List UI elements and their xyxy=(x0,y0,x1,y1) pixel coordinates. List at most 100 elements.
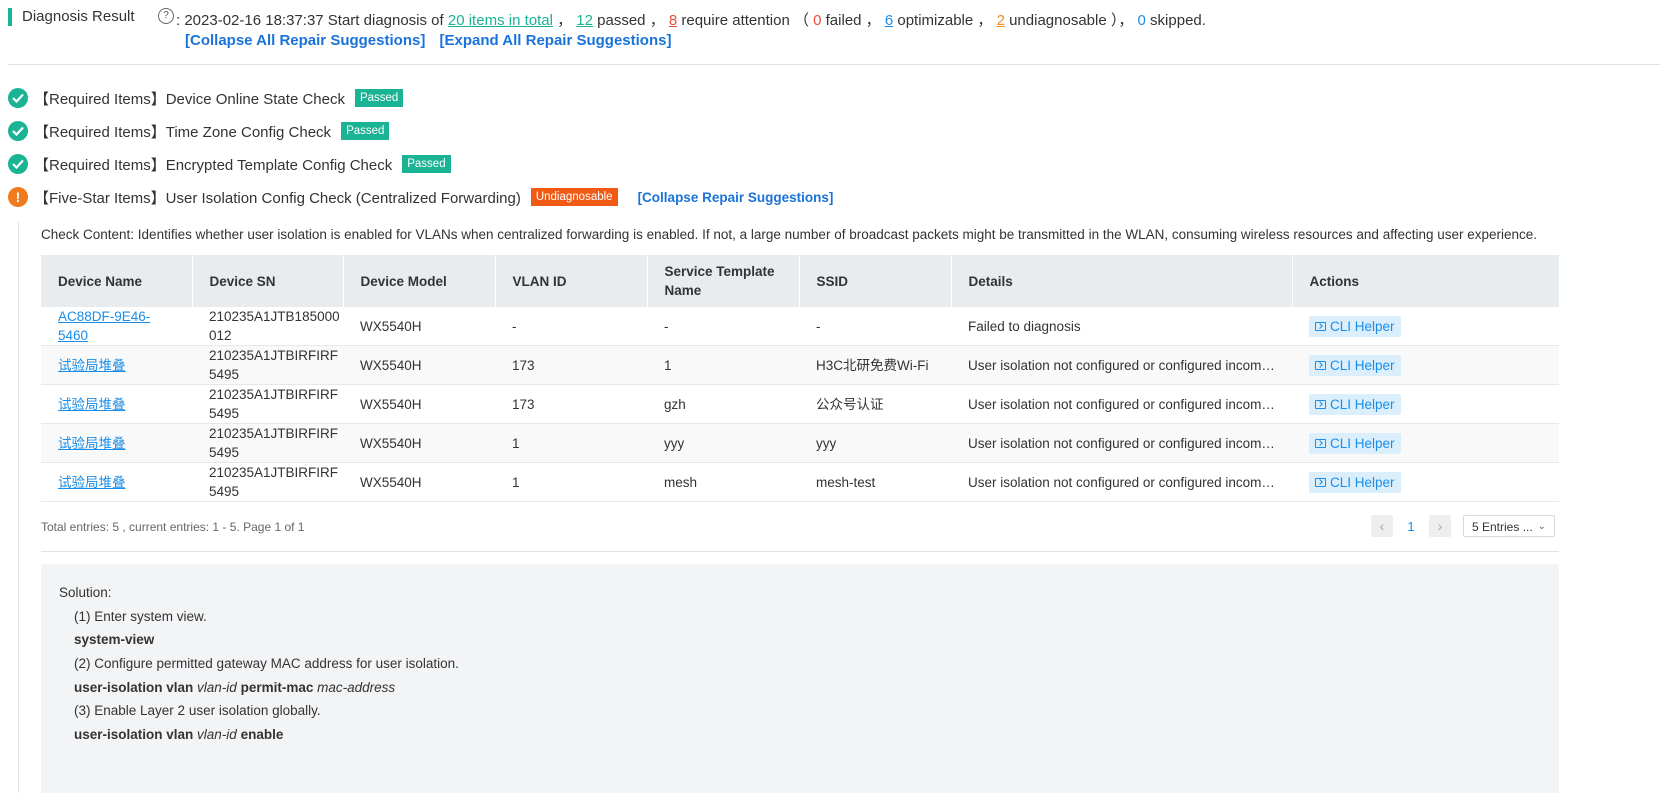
terminal-icon xyxy=(1315,321,1326,331)
service-template: - xyxy=(647,307,799,346)
attention-label: require attention xyxy=(681,12,790,29)
device-name-link[interactable]: 试验局堆叠 xyxy=(58,436,126,451)
device-name-link[interactable]: 试验局堆叠 xyxy=(58,397,126,412)
next-page-button[interactable]: › xyxy=(1429,515,1451,537)
cli-helper-button[interactable]: CLI Helper xyxy=(1309,471,1401,493)
check-circle-icon xyxy=(8,154,28,174)
check-circle-icon xyxy=(8,121,28,141)
pagination-info: Total entries: 5 , current entries: 1 - … xyxy=(41,520,305,534)
vlan-id: 1 xyxy=(495,462,647,502)
service-template: gzh xyxy=(647,384,799,424)
diagnosis-header: Diagnosis Result ? : 2023-02-16 18:37:37… xyxy=(8,5,1660,65)
vlan-id: - xyxy=(495,307,647,346)
device-model: WX5540H xyxy=(343,384,495,424)
device-model: WX5540H xyxy=(343,423,495,463)
device-sn: 210235A1JTBIRFIRF5495 xyxy=(192,345,343,385)
check-content-text: Check Content: Identifies whether user i… xyxy=(41,227,1538,242)
column-header[interactable]: Device SN xyxy=(192,255,344,307)
cli-helper-button[interactable]: CLI Helper xyxy=(1309,432,1401,454)
check-item: 【Required Items】Encrypted Template Confi… xyxy=(8,153,451,175)
attention-count-link[interactable]: 8 xyxy=(669,12,677,29)
solution-step: (1) Enter system view. xyxy=(74,609,207,624)
details: User isolation not configured or configu… xyxy=(951,345,1292,385)
optimizable-count-link[interactable]: 6 xyxy=(885,12,893,29)
details: User isolation not configured or configu… xyxy=(951,384,1292,424)
service-template: 1 xyxy=(647,345,799,385)
prev-page-button[interactable]: ‹ xyxy=(1371,515,1393,537)
optimizable-label: optimizable xyxy=(897,12,974,29)
expand-all-link[interactable]: [Expand All Repair Suggestions] xyxy=(440,32,672,49)
status-badge: Passed xyxy=(402,155,451,173)
device-sn: 210235A1JTB185000012 xyxy=(192,307,343,346)
summary-datetime: 2023-02-16 18:37:37 Start diagnosis of xyxy=(184,12,444,29)
device-name-link[interactable]: 试验局堆叠 xyxy=(58,358,126,373)
status-badge: Passed xyxy=(341,122,390,140)
service-template: mesh xyxy=(647,462,799,502)
vlan-id: 173 xyxy=(495,384,647,424)
column-header[interactable]: Device Model xyxy=(343,255,496,307)
device-name-link[interactable]: 试验局堆叠 xyxy=(58,475,126,490)
failed-label: failed xyxy=(825,12,862,29)
cli-helper-button[interactable]: CLI Helper xyxy=(1309,315,1401,337)
header-divider xyxy=(8,64,1660,65)
skipped-count: 0 xyxy=(1137,12,1146,29)
table-row: AC88DF-9E46-5460 210235A1JTB185000012 WX… xyxy=(41,307,1559,346)
device-model: WX5540H xyxy=(343,345,495,385)
table-row: 试验局堆叠 210235A1JTBIRFIRF5495 WX5540H 173 … xyxy=(41,345,1559,385)
column-header[interactable]: Details xyxy=(951,255,1293,307)
failed-count: 0 xyxy=(813,12,822,29)
passed-count-link[interactable]: 12 xyxy=(576,12,593,29)
passed-label: passed xyxy=(597,12,646,29)
help-icon[interactable]: ? xyxy=(158,8,174,24)
collapse-repair-link[interactable]: [Collapse Repair Suggestions] xyxy=(638,190,834,205)
ssid: mesh-test xyxy=(799,462,951,502)
cli-helper-button[interactable]: CLI Helper xyxy=(1309,393,1401,415)
undiagnosable-count-link[interactable]: 2 xyxy=(997,12,1005,29)
table-row: 试验局堆叠 210235A1JTBIRFIRF5495 WX5540H 173 … xyxy=(41,384,1559,424)
solution-step: (3) Enable Layer 2 user isolation global… xyxy=(74,703,321,718)
column-header[interactable]: Service Template Name xyxy=(647,255,800,307)
terminal-icon xyxy=(1315,477,1326,487)
details: User isolation not configured or configu… xyxy=(951,423,1292,463)
column-header[interactable]: SSID xyxy=(799,255,952,307)
device-sn: 210235A1JTBIRFIRF5495 xyxy=(192,462,343,502)
details: Failed to diagnosis xyxy=(951,307,1292,346)
column-header[interactable]: Actions xyxy=(1292,255,1560,307)
devices-table: Device Name Device SN Device Model VLAN … xyxy=(41,255,1560,502)
undiagnosable-label: undiagnosable xyxy=(1009,12,1107,29)
column-header[interactable]: VLAN ID xyxy=(495,255,648,307)
summary-prefix: : xyxy=(176,12,181,29)
device-name-link[interactable]: AC88DF-9E46-5460 xyxy=(58,309,150,343)
status-badge: Undiagnosable xyxy=(530,188,618,206)
check-item-label: 【Required Items】Time Zone Config Check xyxy=(34,123,332,141)
terminal-icon xyxy=(1315,399,1326,409)
vlan-id: 173 xyxy=(495,345,647,385)
device-sn: 210235A1JTBIRFIRF5495 xyxy=(192,384,343,424)
cli-helper-label: CLI Helper xyxy=(1330,357,1395,373)
cli-helper-button[interactable]: CLI Helper xyxy=(1309,354,1401,376)
cli-helper-label: CLI Helper xyxy=(1330,396,1395,412)
detail-indent-line xyxy=(18,222,19,793)
table-header-row: Device Name Device SN Device Model VLAN … xyxy=(41,255,1560,307)
current-page[interactable]: 1 xyxy=(1399,519,1423,534)
cli-helper-label: CLI Helper xyxy=(1330,435,1395,451)
suggestion-actions: [Collapse All Repair Suggestions] [Expan… xyxy=(185,32,671,49)
check-circle-icon xyxy=(8,88,28,108)
cli-helper-label: CLI Helper xyxy=(1330,474,1395,490)
service-template: yyy xyxy=(647,423,799,463)
column-header[interactable]: Device Name xyxy=(41,255,193,307)
total-items-link[interactable]: 20 items in total xyxy=(448,12,553,29)
solution-panel: Solution: (1) Enter system view. system-… xyxy=(41,564,1559,793)
table-row: 试验局堆叠 210235A1JTBIRFIRF5495 WX5540H 1 yy… xyxy=(41,423,1559,463)
check-item-label: 【Required Items】Device Online State Chec… xyxy=(34,90,345,108)
check-item: ! 【Five-Star Items】User Isolation Config… xyxy=(8,186,833,208)
diagnosis-summary: : 2023-02-16 18:37:37 Start diagnosis of… xyxy=(176,12,1206,29)
terminal-icon xyxy=(1315,438,1326,448)
solution-step: (2) Configure permitted gateway MAC addr… xyxy=(74,656,459,671)
diagnosis-title: Diagnosis Result xyxy=(22,8,135,25)
page-size-label: 5 Entries ... xyxy=(1472,520,1533,534)
collapse-all-link[interactable]: [Collapse All Repair Suggestions] xyxy=(185,32,425,49)
page-size-select[interactable]: 5 Entries ... ⌄ xyxy=(1463,515,1555,537)
table-row: 试验局堆叠 210235A1JTBIRFIRF5495 WX5540H 1 me… xyxy=(41,462,1559,502)
check-item-label: 【Required Items】Encrypted Template Confi… xyxy=(34,156,393,174)
